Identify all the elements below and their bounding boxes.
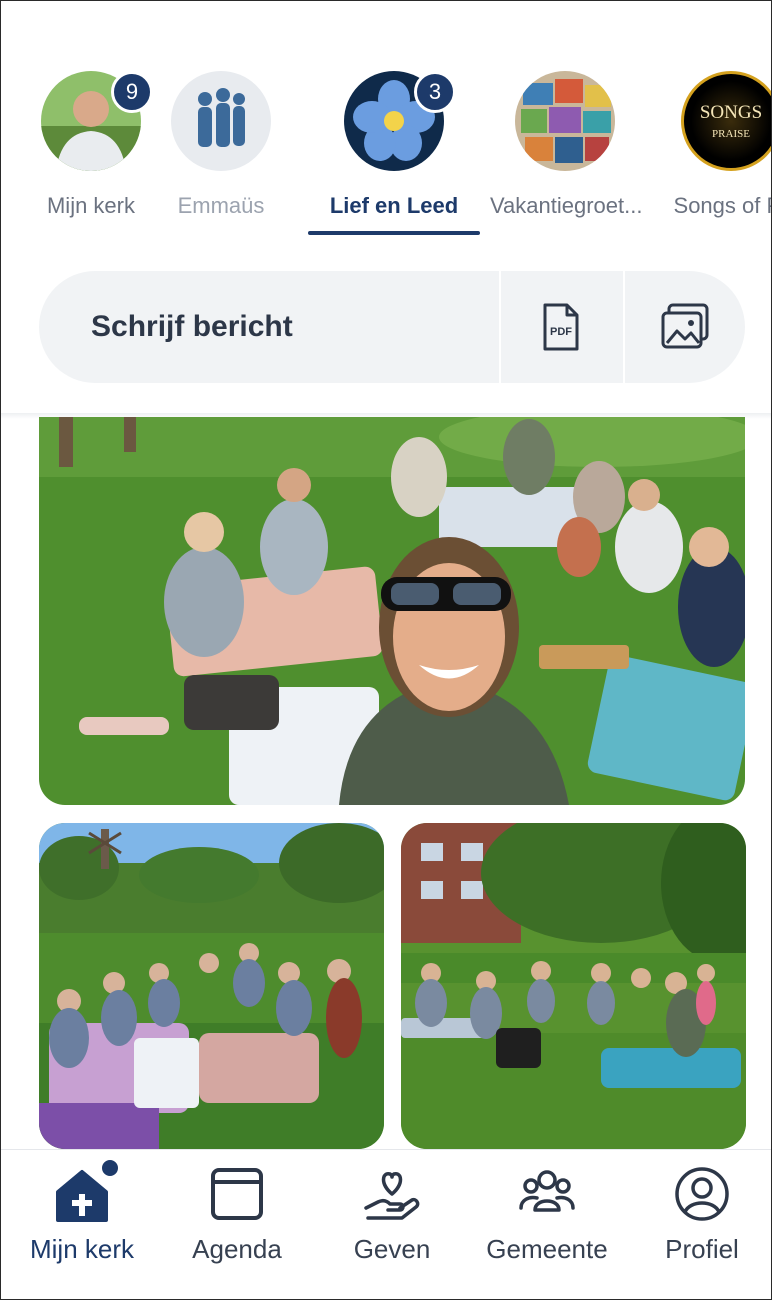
- stories-row: 9 Mijn kerk Emmaüs 3 Lief en Leed Vakant…: [1, 1, 771, 251]
- nav-mijn-kerk[interactable]: Mijn kerk: [7, 1158, 157, 1265]
- nav-agenda[interactable]: Agenda: [162, 1162, 312, 1265]
- pdf-icon: PDF: [543, 303, 579, 351]
- story-vakantiegroeten[interactable]: Vakantiegroet...: [490, 71, 643, 219]
- picnic-garden-photo[interactable]: [401, 823, 746, 1149]
- nav-label: Geven: [353, 1234, 431, 1264]
- songs-of-praise-logo: SONGS PRAISE: [681, 71, 771, 171]
- pdf-upload-button[interactable]: PDF: [535, 301, 587, 353]
- nav-label: Agenda: [192, 1234, 282, 1264]
- nav-label: Mijn kerk: [29, 1234, 134, 1264]
- give-heart-hand-icon: [364, 1172, 420, 1220]
- story-label: Emmaüs: [177, 193, 265, 218]
- story-label: Vakantiegroet...: [490, 193, 643, 218]
- logo-text-praise: PRAISE: [712, 128, 750, 140]
- postcards-avatar: [515, 71, 615, 171]
- nav-label: Gemeente: [486, 1234, 608, 1264]
- story-songs-of-praise[interactable]: SONGS PRAISE Songs of Pr: [656, 71, 771, 219]
- story-lief-en-leed[interactable]: 3 Lief en Leed: [319, 71, 469, 219]
- nav-geven[interactable]: Geven: [317, 1162, 467, 1265]
- story-label: Songs of Pr: [673, 193, 771, 218]
- compose-divider: [623, 271, 625, 383]
- notification-dot: [100, 1158, 120, 1178]
- calendar-icon: [211, 1168, 263, 1220]
- unread-badge: 3: [414, 71, 456, 113]
- story-emmaus[interactable]: Emmaüs: [146, 71, 296, 219]
- picnic-field-photo[interactable]: [39, 823, 384, 1149]
- picnic-selfie-photo[interactable]: [39, 417, 745, 805]
- active-tab-indicator: [308, 231, 480, 235]
- story-label: Lief en Leed: [329, 193, 459, 218]
- write-message-button[interactable]: Schrijf bericht: [91, 271, 293, 383]
- nav-label: Profiel: [665, 1234, 739, 1264]
- nav-profiel[interactable]: Profiel: [627, 1162, 771, 1265]
- pdf-icon-text: PDF: [550, 326, 572, 338]
- nav-gemeente[interactable]: Gemeente: [472, 1162, 622, 1265]
- app-screen: 9 Mijn kerk Emmaüs 3 Lief en Leed Vakant…: [0, 0, 772, 1300]
- compose-bar: Schrijf bericht PDF: [39, 271, 745, 383]
- group-silhouette-avatar: [171, 71, 271, 171]
- logo-text-songs: SONGS: [699, 102, 763, 123]
- compose-divider: [499, 271, 501, 383]
- bottom-nav: Mijn kerk Agenda Geven Gemeente Profiel: [1, 1149, 771, 1299]
- profile-icon: [675, 1167, 729, 1221]
- photo-upload-button[interactable]: [659, 301, 711, 353]
- community-icon: [519, 1170, 575, 1212]
- gallery-icon: [661, 303, 709, 349]
- story-label: Mijn kerk: [46, 193, 135, 218]
- story-mijn-kerk[interactable]: 9 Mijn kerk: [16, 71, 166, 219]
